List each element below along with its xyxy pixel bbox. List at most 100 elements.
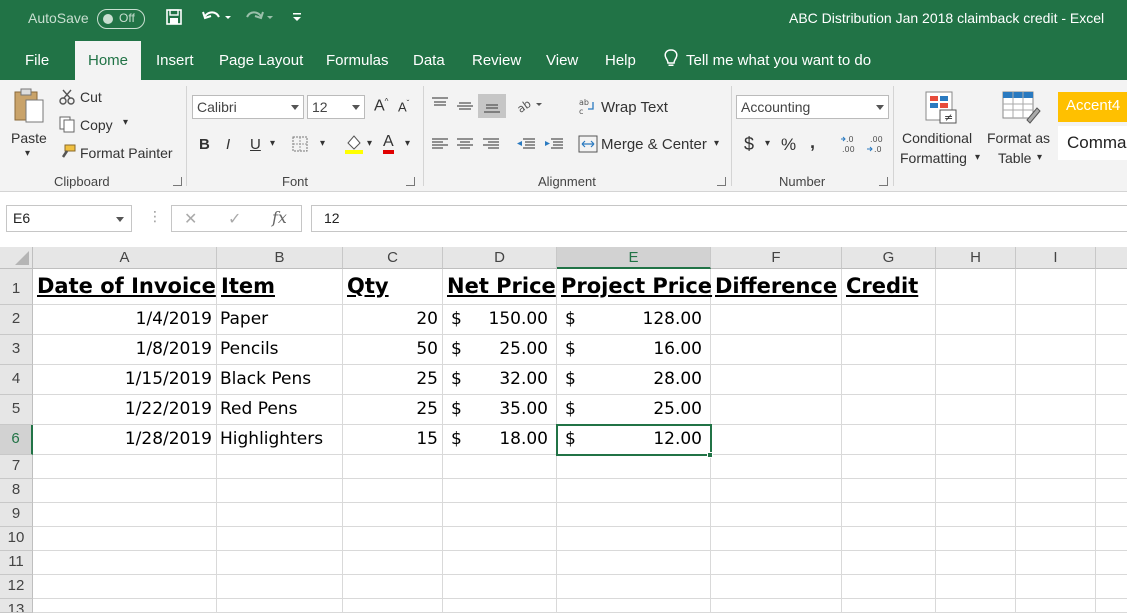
- cell-g9[interactable]: [842, 503, 936, 527]
- cell-e13[interactable]: [557, 599, 711, 613]
- cell-e11[interactable]: [557, 551, 711, 575]
- tab-page-layout[interactable]: Page Layout: [219, 52, 303, 69]
- save-icon[interactable]: [165, 8, 183, 31]
- cell-h6[interactable]: [936, 425, 1016, 455]
- cell-j6[interactable]: [1096, 425, 1127, 455]
- fill-handle[interactable]: [707, 452, 713, 458]
- tab-file[interactable]: File: [25, 52, 49, 69]
- orientation-icon[interactable]: ab: [515, 96, 542, 117]
- redo-icon[interactable]: [243, 8, 281, 31]
- insert-function-button[interactable]: fx: [272, 208, 287, 227]
- cell-c4[interactable]: 25: [343, 365, 443, 395]
- cell-d3[interactable]: $25.00: [443, 335, 557, 365]
- cell-h1[interactable]: [936, 269, 1016, 305]
- cell-i8[interactable]: [1016, 479, 1096, 503]
- select-all-button[interactable]: [0, 247, 33, 269]
- merge-center-icon[interactable]: [578, 135, 598, 156]
- decrease-decimal-icon[interactable]: .00.0: [866, 134, 886, 157]
- cell-c12[interactable]: [343, 575, 443, 599]
- cell-h2[interactable]: [936, 305, 1016, 335]
- cell-h9[interactable]: [936, 503, 1016, 527]
- cell-f1[interactable]: Difference: [711, 269, 842, 305]
- cell-g3[interactable]: [842, 335, 936, 365]
- copy-icon[interactable]: [58, 115, 76, 136]
- row-header-9[interactable]: 9: [0, 503, 33, 527]
- column-header-c[interactable]: C: [343, 247, 443, 269]
- column-header-i[interactable]: I: [1016, 247, 1096, 269]
- clipboard-launcher-icon[interactable]: [173, 177, 182, 186]
- cell-i13[interactable]: [1016, 599, 1096, 613]
- cell-i10[interactable]: [1016, 527, 1096, 551]
- row-header-12[interactable]: 12: [0, 575, 33, 599]
- column-header-f[interactable]: F: [711, 247, 842, 269]
- cell-a13[interactable]: [33, 599, 217, 613]
- cell-e3[interactable]: $16.00: [557, 335, 711, 365]
- row-header-6[interactable]: 6: [0, 425, 33, 455]
- cell-i9[interactable]: [1016, 503, 1096, 527]
- tell-me-search[interactable]: Tell me what you want to do: [686, 52, 871, 69]
- cell-g6[interactable]: [842, 425, 936, 455]
- align-center-icon[interactable]: [456, 136, 474, 155]
- cell-c3[interactable]: 50: [343, 335, 443, 365]
- column-header-next[interactable]: [1096, 247, 1127, 269]
- wrap-text-button[interactable]: Wrap Text: [601, 99, 668, 116]
- row-header-3[interactable]: 3: [0, 335, 33, 365]
- cell-h13[interactable]: [936, 599, 1016, 613]
- format-as-table-icon[interactable]: [1001, 90, 1041, 129]
- column-header-e[interactable]: E: [557, 247, 711, 269]
- cell-b12[interactable]: [217, 575, 343, 599]
- cell-e7[interactable]: [557, 455, 711, 479]
- cell-c7[interactable]: [343, 455, 443, 479]
- font-color-button[interactable]: A: [383, 134, 394, 154]
- cell-d6[interactable]: $18.00: [443, 425, 557, 455]
- cell-j12[interactable]: [1096, 575, 1127, 599]
- name-box[interactable]: E6: [6, 205, 132, 232]
- cell-i1[interactable]: [1016, 269, 1096, 305]
- cell-h8[interactable]: [936, 479, 1016, 503]
- cell-b4[interactable]: Black Pens: [217, 365, 343, 395]
- cell-i7[interactable]: [1016, 455, 1096, 479]
- cell-b3[interactable]: Pencils: [217, 335, 343, 365]
- table-dropdown-icon[interactable]: ▾: [1037, 152, 1042, 163]
- increase-font-icon[interactable]: A^: [374, 97, 388, 115]
- cell-e10[interactable]: [557, 527, 711, 551]
- cell-g12[interactable]: [842, 575, 936, 599]
- merge-dropdown-icon[interactable]: ▾: [714, 138, 719, 149]
- cell-c1[interactable]: Qty: [343, 269, 443, 305]
- cell-b13[interactable]: [217, 599, 343, 613]
- cell-a12[interactable]: [33, 575, 217, 599]
- font-size-select[interactable]: 12: [307, 95, 365, 119]
- cell-h7[interactable]: [936, 455, 1016, 479]
- fill-color-dropdown-icon[interactable]: ▾: [367, 138, 372, 149]
- cell-d9[interactable]: [443, 503, 557, 527]
- conditional-dropdown-icon[interactable]: ▾: [975, 152, 980, 163]
- row-header-5[interactable]: 5: [0, 395, 33, 425]
- column-header-a[interactable]: A: [33, 247, 217, 269]
- cell-j10[interactable]: [1096, 527, 1127, 551]
- underline-button[interactable]: U: [250, 136, 261, 153]
- cell-g7[interactable]: [842, 455, 936, 479]
- format-as-table-button-line2[interactable]: Table: [998, 150, 1031, 166]
- tab-home[interactable]: Home: [75, 41, 142, 80]
- cell-b2[interactable]: Paper: [217, 305, 343, 335]
- row-header-4[interactable]: 4: [0, 365, 33, 395]
- cell-f6[interactable]: [711, 425, 842, 455]
- cell-j7[interactable]: [1096, 455, 1127, 479]
- align-right-icon[interactable]: [482, 136, 500, 155]
- formula-input[interactable]: 12: [311, 205, 1127, 232]
- cell-f2[interactable]: [711, 305, 842, 335]
- cell-a10[interactable]: [33, 527, 217, 551]
- cell-e9[interactable]: [557, 503, 711, 527]
- cell-c8[interactable]: [343, 479, 443, 503]
- cell-i3[interactable]: [1016, 335, 1096, 365]
- decrease-indent-icon[interactable]: [516, 136, 536, 155]
- cell-i11[interactable]: [1016, 551, 1096, 575]
- number-launcher-icon[interactable]: [879, 177, 888, 186]
- cell-d8[interactable]: [443, 479, 557, 503]
- cell-i5[interactable]: [1016, 395, 1096, 425]
- cell-g10[interactable]: [842, 527, 936, 551]
- formula-bar-resize-handle[interactable]: ⋮: [148, 208, 162, 225]
- align-left-icon[interactable]: [431, 136, 449, 155]
- cell-h12[interactable]: [936, 575, 1016, 599]
- font-color-dropdown-icon[interactable]: ▾: [405, 138, 410, 149]
